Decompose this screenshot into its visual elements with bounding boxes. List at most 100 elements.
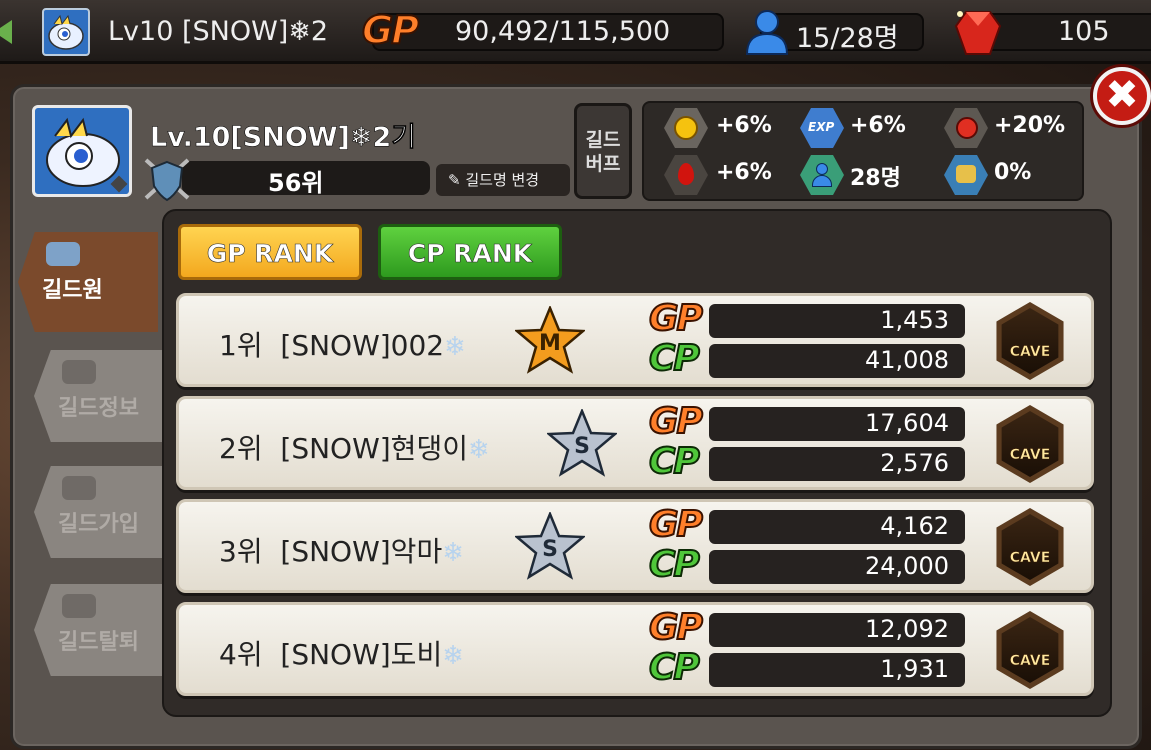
cave-icon [1001,514,1059,580]
cave-label: CAVE [1009,653,1051,670]
gp-bar: 1,453 [709,304,965,338]
badge-letter: M [539,331,561,356]
cp-logo: CP [648,337,701,380]
pencil-icon: ✎ [448,171,466,189]
gp-bar: 12,092 [709,613,965,647]
guild-info-tab-icon [62,360,96,384]
cp-bar: 2,576 [709,447,965,481]
tab-cp-rank[interactable]: CP RANK [378,224,562,280]
gp-value: 1,453 [880,306,949,334]
cave-label: CAVE [1009,447,1051,464]
guild-buff-button[interactable]: 길드 버프 [574,103,632,199]
buff-blood-value: +6% [716,160,772,185]
star-badge-icon: S [547,409,617,477]
close-icon: ✖ [1105,72,1139,118]
sidebar-item-guild-join[interactable]: 길드가입 [34,466,174,558]
member-label: 2위 [SNOW]현댕이❄ [219,427,490,467]
gp-value: 12,092 [865,615,949,643]
sidebar-item-label: 길드원 [42,278,103,303]
member-name: [SNOW]002 [280,329,445,362]
cp-bar: 41,008 [709,344,965,378]
members-count: 15/28명 [796,23,899,54]
buff-exp-value: +6% [850,113,906,138]
cp-bar: 24,000 [709,550,965,584]
cp-value: 2,576 [880,449,949,477]
gp-value: 4,162 [880,512,949,540]
cave-icon [1001,411,1059,477]
gp-logo: GP [648,606,704,649]
star-badge-icon: M [515,306,585,374]
member-row[interactable]: 4위 [SNOW]도비❄ 12,092 1,931 GP CP CAVE [176,602,1094,696]
gp-logo: GP [648,503,704,546]
cp-value: 24,000 [865,552,949,580]
buff-exp-bonus-value: 0% [994,160,1032,185]
snowflake-icon: ❄ [442,641,464,671]
badge-letter: S [542,537,558,562]
sidebar-item-label: 길드정보 [58,396,139,421]
cp-logo: CP [648,440,701,483]
snowflake-icon: ❄ [442,538,464,568]
close-button[interactable]: ✖ [1093,67,1151,125]
snowflake-icon: ❄ [467,435,490,465]
person-icon [745,10,789,55]
cave-button[interactable]: CAVE [996,508,1064,586]
buff-gem-value: +20% [994,113,1066,138]
tab-gp-rank[interactable]: GP RANK [178,224,362,280]
cp-logo: CP [648,646,701,689]
member-rank: 3위 [219,535,263,568]
shield-swords-icon [144,158,190,202]
dragon-icon [46,117,128,193]
buff-label-line2: 버프 [585,153,621,175]
sidebar-item-guild-leave[interactable]: 길드탈퇴 [34,584,174,676]
member-row[interactable]: 2위 [SNOW]현댕이❄ S 17,604 2,576 GP CP CAVE [176,396,1094,490]
cave-label: CAVE [1009,344,1051,361]
dragon-icon [48,14,84,50]
member-label: 4위 [SNOW]도비❄ [219,633,464,673]
star-badge-icon: S [515,512,585,580]
member-rank: 1위 [219,329,263,362]
cave-icon [1001,617,1059,683]
cp-bar: 1,931 [709,653,965,687]
gp-logo: GP [648,400,704,443]
gp-logo: GP [361,7,420,53]
gems-count: 105 [1058,16,1110,47]
cp-value: 1,931 [880,655,949,683]
buff-label-line1: 길드 [585,129,621,151]
cave-button[interactable]: CAVE [996,611,1064,689]
rename-guild-button[interactable]: ✎ 길드명 변경 [436,164,570,196]
sidebar-item-guild-info[interactable]: 길드정보 [34,350,174,442]
member-name: [SNOW]도비 [280,638,443,671]
gp-value: 90,492/115,500 [455,16,671,47]
member-name: [SNOW]악마 [280,535,443,568]
back-arrow-icon[interactable] [0,20,12,44]
snowflake-icon: ❄ [444,332,466,362]
member-row[interactable]: 1위 [SNOW]002❄ M 1,453 41,008 GP CP CAVE [176,293,1094,387]
member-label: 1위 [SNOW]002❄ [219,324,466,364]
guild-rank: 56위 [268,169,324,197]
gp-logo: GP [648,297,704,340]
cave-label: CAVE [1009,550,1051,567]
member-label: 3위 [SNOW]악마❄ [219,530,464,570]
red-gem-icon [954,11,1002,55]
buff-member-value: 28명 [850,166,901,191]
sidebar-item-members[interactable]: 길드원 [18,232,158,332]
badge-letter: S [574,434,590,459]
member-name: [SNOW]현댕이 [280,432,468,465]
member-rank: 2위 [219,432,263,465]
gp-value: 17,604 [865,409,949,437]
cave-button[interactable]: CAVE [996,302,1064,380]
guild-avatar [32,105,132,197]
member-row[interactable]: 3위 [SNOW]악마❄ S 4,162 24,000 GP CP CAVE [176,499,1094,593]
top-bar: Lv10 [SNOW]❄2 GP 90,492/115,500 15/28명 1… [0,0,1151,64]
sidebar-item-label: 길드탈퇴 [58,630,139,655]
player-level-name: Lv10 [SNOW]❄2 [108,16,329,47]
cp-value: 41,008 [865,346,949,374]
members-tab-icon [46,242,80,266]
rename-label: 길드명 변경 [465,171,540,189]
gp-bar: 17,604 [709,407,965,441]
gp-bar: 4,162 [709,510,965,544]
sidebar-item-label: 길드가입 [58,512,139,537]
cave-button[interactable]: CAVE [996,405,1064,483]
guild-name: Lv.10[SNOW]❄2기 [150,122,417,154]
guild-avatar-small [42,8,90,56]
